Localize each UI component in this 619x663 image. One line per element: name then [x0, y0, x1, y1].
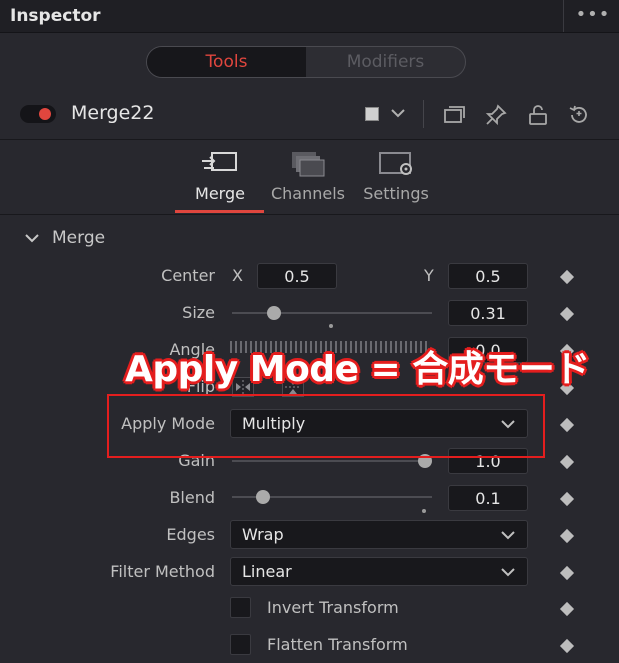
- y-axis-label: Y: [424, 266, 434, 285]
- center-x-input[interactable]: 0.5: [257, 263, 337, 289]
- filter-method-value: Linear: [242, 562, 292, 581]
- blend-input[interactable]: 0.1: [448, 485, 528, 511]
- invert-transform-label: Invert Transform: [267, 598, 399, 617]
- keyframe-diamond-icon[interactable]: [559, 601, 575, 617]
- keyframe-diamond-icon[interactable]: [559, 417, 575, 433]
- node-color-swatch[interactable]: [365, 107, 379, 121]
- active-tab-indicator: [175, 210, 264, 213]
- edges-value: Wrap: [242, 525, 284, 544]
- chevron-down-icon[interactable]: [24, 231, 40, 245]
- blend-slider-knob[interactable]: [256, 490, 271, 504]
- tab-merge[interactable]: Merge: [175, 146, 265, 214]
- center-y-input[interactable]: 0.5: [448, 263, 528, 289]
- tab-label: Merge: [195, 184, 245, 203]
- size-input[interactable]: 0.31: [448, 300, 528, 326]
- annotation-highlight-box: [107, 394, 545, 458]
- size-slider-track[interactable]: [232, 312, 432, 314]
- tab-modifiers[interactable]: Modifiers: [306, 47, 465, 77]
- keyframe-diamond-icon[interactable]: [559, 638, 575, 654]
- node-enable-toggle[interactable]: [20, 105, 56, 123]
- tab-tools[interactable]: Tools: [147, 47, 306, 77]
- filter-method-dropdown[interactable]: Linear: [230, 557, 528, 586]
- versions-icon[interactable]: [442, 103, 466, 127]
- keyframe-diamond-icon[interactable]: [559, 306, 575, 322]
- center-label: Center: [161, 266, 215, 285]
- keyframe-diamond-icon[interactable]: [559, 491, 575, 507]
- chevron-down-icon: [501, 568, 515, 577]
- flatten-transform-checkbox[interactable]: [230, 634, 251, 655]
- tab-settings[interactable]: Settings: [351, 146, 441, 214]
- size-label: Size: [182, 303, 215, 322]
- chevron-down-icon: [501, 531, 515, 540]
- default-marker: [422, 509, 426, 513]
- channels-icon: [292, 152, 325, 177]
- title-divider: [563, 0, 564, 32]
- gain-slider-track[interactable]: [232, 460, 432, 462]
- divider: [0, 214, 619, 215]
- section-title[interactable]: Merge: [52, 228, 105, 248]
- node-toolbar-divider: [423, 100, 424, 128]
- title-bar: Inspector •••: [0, 0, 619, 33]
- size-slider-knob[interactable]: [267, 306, 282, 320]
- tab-channels[interactable]: Channels: [263, 146, 353, 214]
- blend-label: Blend: [169, 488, 215, 507]
- tools-modifiers-toggle: Tools Modifiers: [146, 46, 466, 78]
- tab-label: Settings: [363, 184, 429, 203]
- node-name: Merge22: [71, 102, 155, 124]
- edges-label: Edges: [166, 525, 215, 544]
- filter-method-label: Filter Method: [110, 562, 215, 581]
- settings-icon: [379, 152, 412, 175]
- window-title: Inspector: [10, 6, 101, 26]
- lock-icon[interactable]: [526, 103, 550, 127]
- merge-icon: [202, 152, 237, 171]
- annotation-caption: Apply Mode = 合成モード: [125, 349, 590, 390]
- default-marker: [329, 324, 333, 328]
- keyframe-diamond-icon[interactable]: [559, 565, 575, 581]
- reset-icon[interactable]: [567, 103, 591, 127]
- keyframe-diamond-icon[interactable]: [559, 269, 575, 285]
- keyframe-diamond-icon[interactable]: [559, 528, 575, 544]
- toggle-indicator: [39, 108, 51, 120]
- divider: [0, 139, 619, 140]
- more-options-icon[interactable]: •••: [573, 3, 613, 27]
- tab-label: Channels: [270, 184, 346, 203]
- flatten-transform-label: Flatten Transform: [267, 635, 408, 654]
- pin-icon[interactable]: [484, 103, 508, 127]
- x-axis-label: X: [232, 266, 243, 285]
- chevron-down-icon[interactable]: [389, 104, 407, 122]
- keyframe-diamond-icon[interactable]: [559, 454, 575, 470]
- invert-transform-checkbox[interactable]: [230, 597, 251, 618]
- edges-dropdown[interactable]: Wrap: [230, 520, 528, 549]
